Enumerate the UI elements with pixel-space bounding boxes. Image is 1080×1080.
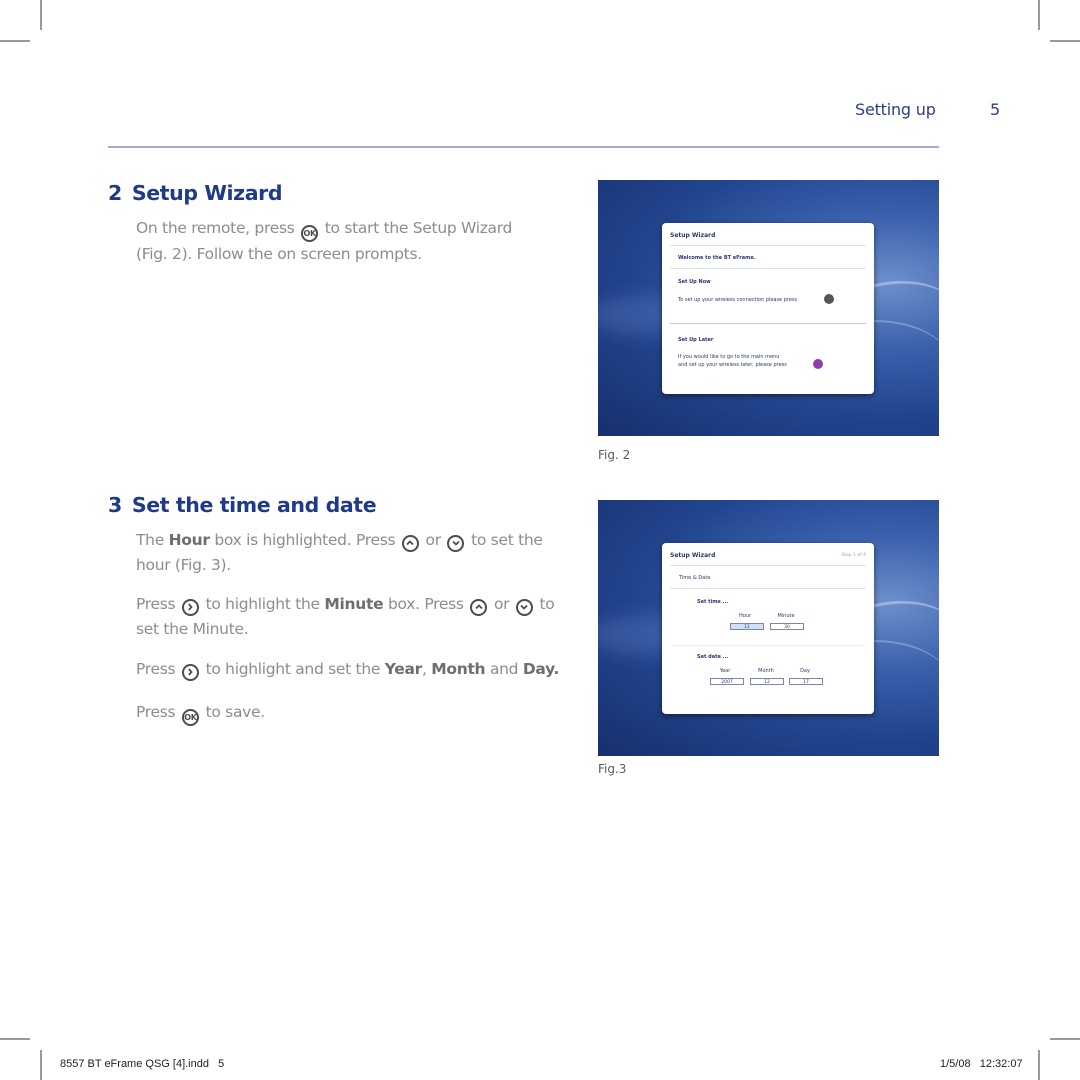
text: to highlight the (205, 595, 321, 613)
divider (670, 588, 866, 589)
month-label: Month (758, 668, 774, 674)
hour-field[interactable]: 11 (730, 623, 764, 630)
step-indicator: Step 1 of 4 (841, 553, 866, 558)
divider (670, 245, 866, 246)
text-bold: Year (384, 660, 423, 678)
setup-later-text: If you would like to go to the main menu (678, 354, 780, 360)
up-arrow-key-icon (401, 534, 419, 552)
down-arrow-key-icon (447, 534, 465, 552)
text-bold: Day (522, 660, 554, 678)
setup-later-heading: Set Up Later (678, 337, 714, 343)
text-bold: Hour (168, 531, 210, 549)
text: On the remote, press (136, 219, 295, 237)
text: to start the Setup Wizard (324, 219, 513, 237)
crop-mark (1050, 40, 1080, 42)
figure-2-screenshot: Setup Wizard Welcome to the BT eFrame. S… (598, 180, 939, 436)
divider (670, 645, 866, 646)
right-arrow-key-icon (181, 663, 199, 681)
crop-mark (1038, 1050, 1040, 1080)
running-head: Setting up (855, 100, 936, 119)
section-title: Set the time and date (131, 493, 377, 517)
text: Press (136, 595, 176, 613)
section-title: Setup Wizard (131, 181, 283, 205)
divider (670, 323, 866, 324)
text: or (425, 531, 442, 549)
text: to highlight and set the (205, 660, 381, 678)
dialog-subtitle: Time & Date (679, 575, 711, 581)
time-date-dialog: Setup Wizard Step 1 of 4 Time & Date Set… (662, 543, 874, 714)
ok-button-icon (824, 294, 834, 304)
section-heading-time-date: 3 Set the time and date (108, 493, 377, 517)
figure-3-screenshot: Setup Wizard Step 1 of 4 Time & Date Set… (598, 500, 939, 756)
text-bold: Month (431, 660, 486, 678)
up-arrow-key-icon (470, 598, 488, 616)
hour-instruction: The Hour box is highlighted. Press or to… (136, 528, 543, 578)
date-instruction: Press to highlight and set the Year, Mon… (136, 657, 559, 682)
text: and (489, 660, 519, 678)
text: Press (136, 660, 176, 678)
text: set the Minute. (136, 620, 249, 638)
day-label: Day (800, 668, 810, 674)
ok-key-icon: OK (301, 225, 319, 242)
slug-filename: 8557 BT eFrame QSG [4].indd 5 (60, 1058, 225, 1070)
dialog-title: Setup Wizard (670, 232, 716, 239)
setup-now-text: To set up your wireless connection pleas… (678, 297, 798, 303)
section-number: 2 (108, 181, 122, 205)
text: to save. (205, 703, 266, 721)
hour-label: Hour (738, 613, 752, 619)
crop-mark (40, 1050, 42, 1080)
text: The (136, 531, 164, 549)
setup-later-text: and set up your wireless later, please p… (678, 362, 787, 368)
minute-field[interactable]: 30 (770, 623, 804, 630)
crop-mark (40, 0, 42, 30)
setup-now-heading: Set Up Now (678, 279, 711, 285)
text: to (539, 595, 555, 613)
ok-key-icon: OK (181, 709, 199, 726)
set-time-label: Set time ... (697, 599, 729, 605)
figure-3-caption: Fig.3 (598, 762, 627, 776)
page-number: 5 (990, 100, 1001, 119)
text-bold: Minute (324, 595, 384, 613)
set-date-label: Set date ... (697, 654, 729, 660)
down-arrow-key-icon (515, 598, 533, 616)
crop-mark (0, 1038, 30, 1040)
crop-mark (0, 40, 30, 42)
year-field[interactable]: 2007 (710, 678, 744, 685)
setup-wizard-dialog: Setup Wizard Welcome to the BT eFrame. S… (662, 223, 874, 394)
minute-instruction: Press to highlight the Minute box. Press… (136, 592, 555, 642)
right-arrow-key-icon (181, 598, 199, 616)
header-rule (108, 146, 939, 148)
section-number: 3 (108, 493, 122, 517)
day-field[interactable]: 17 (789, 678, 823, 685)
text: box. Press (388, 595, 464, 613)
save-instruction: Press OK to save. (136, 700, 265, 726)
text: , (421, 660, 427, 678)
text: (Fig. 2). Follow the on screen prompts. (136, 245, 422, 263)
year-label: Year (719, 668, 731, 674)
text: . (553, 660, 560, 678)
welcome-text: Welcome to the BT eFrame. (678, 255, 756, 261)
c-button-icon (813, 359, 823, 369)
divider (670, 565, 866, 566)
crop-mark (1038, 0, 1040, 30)
section-heading-setup-wizard: 2 Setup Wizard (108, 181, 283, 205)
divider (670, 268, 866, 269)
dialog-title: Setup Wizard (670, 552, 716, 559)
text: or (493, 595, 510, 613)
month-field[interactable]: 12 (750, 678, 784, 685)
text: to set the (471, 531, 543, 549)
text: box is highlighted. Press (214, 531, 396, 549)
text: Press (136, 703, 176, 721)
setup-wizard-paragraph: On the remote, press OK to start the Set… (136, 216, 512, 267)
crop-mark (1050, 1038, 1080, 1040)
text: hour (Fig. 3). (136, 556, 231, 574)
minute-label: Minute (777, 613, 795, 619)
slug-timestamp: 1/5/08 12:32:07 (940, 1058, 1023, 1070)
figure-2-caption: Fig. 2 (598, 448, 631, 462)
